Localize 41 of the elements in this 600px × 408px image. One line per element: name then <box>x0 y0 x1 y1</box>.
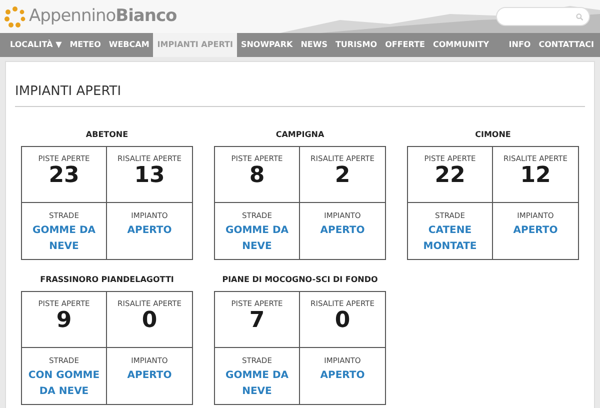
stat-number: 22 <box>434 164 466 188</box>
nav-tab[interactable]: WEBCAM <box>104 33 154 57</box>
resort-name: CAMPIGNA <box>274 128 326 140</box>
nav-tab[interactable]: COMMUNITY <box>429 33 494 57</box>
nav-tab[interactable]: SNOWPARK <box>236 33 297 57</box>
status-text: APERTO <box>319 224 366 238</box>
nav-tab[interactable]: LOCALITÀ ▼ <box>6 33 66 57</box>
resort-name: PIANE DI MOCOGNO-SCI DI FONDO <box>221 274 379 286</box>
status-text: GOMME DA NEVE <box>224 224 290 254</box>
nav-tab[interactable]: TURISMO <box>331 33 382 57</box>
resort-name: CIMONE <box>474 128 512 140</box>
status-text: APERTO <box>126 224 173 238</box>
stat-number: 23 <box>48 164 80 188</box>
stat-number: 0 <box>334 308 350 333</box>
status-text: CON GOMME DA NEVE <box>27 368 101 399</box>
nav-tab[interactable]: IMPIANTI APERTI <box>153 33 237 57</box>
status-text: APERTO <box>126 368 173 383</box>
stat-number: 7 <box>249 308 265 333</box>
stat-number: 9 <box>56 308 72 333</box>
nav-tab[interactable]: METEO <box>66 33 105 57</box>
nav-tab[interactable]: CONTATTACI <box>534 33 598 57</box>
stat-number: 0 <box>142 308 158 333</box>
status-text: APERTO <box>319 368 366 383</box>
status-text: CATENE MONTATE <box>422 224 478 254</box>
page-title: IMPIANTI APERTI <box>15 62 585 106</box>
site-logo[interactable]: AppenninoBianco <box>29 4 177 30</box>
search-icon <box>576 12 583 20</box>
status-text: GOMME DA NEVE <box>224 368 290 399</box>
status-text: GOMME DA NEVE <box>32 224 96 254</box>
nav-tab[interactable]: INFO <box>504 33 535 57</box>
stat-number: 8 <box>249 164 265 188</box>
resort-name: FRASSINORO PIANDELAGOTTI <box>39 274 175 286</box>
status-text: APERTO <box>512 224 559 238</box>
sun-logo-icon <box>4 6 26 28</box>
stat-number: 12 <box>520 164 551 188</box>
nav-tab[interactable]: OFFERTE <box>381 33 429 57</box>
search-field[interactable] <box>496 7 590 26</box>
nav-tab[interactable]: NEWS <box>296 33 332 57</box>
stat-number: 2 <box>334 164 350 188</box>
stat-number: 13 <box>134 164 165 188</box>
resort-name: ABETONE <box>84 128 130 140</box>
